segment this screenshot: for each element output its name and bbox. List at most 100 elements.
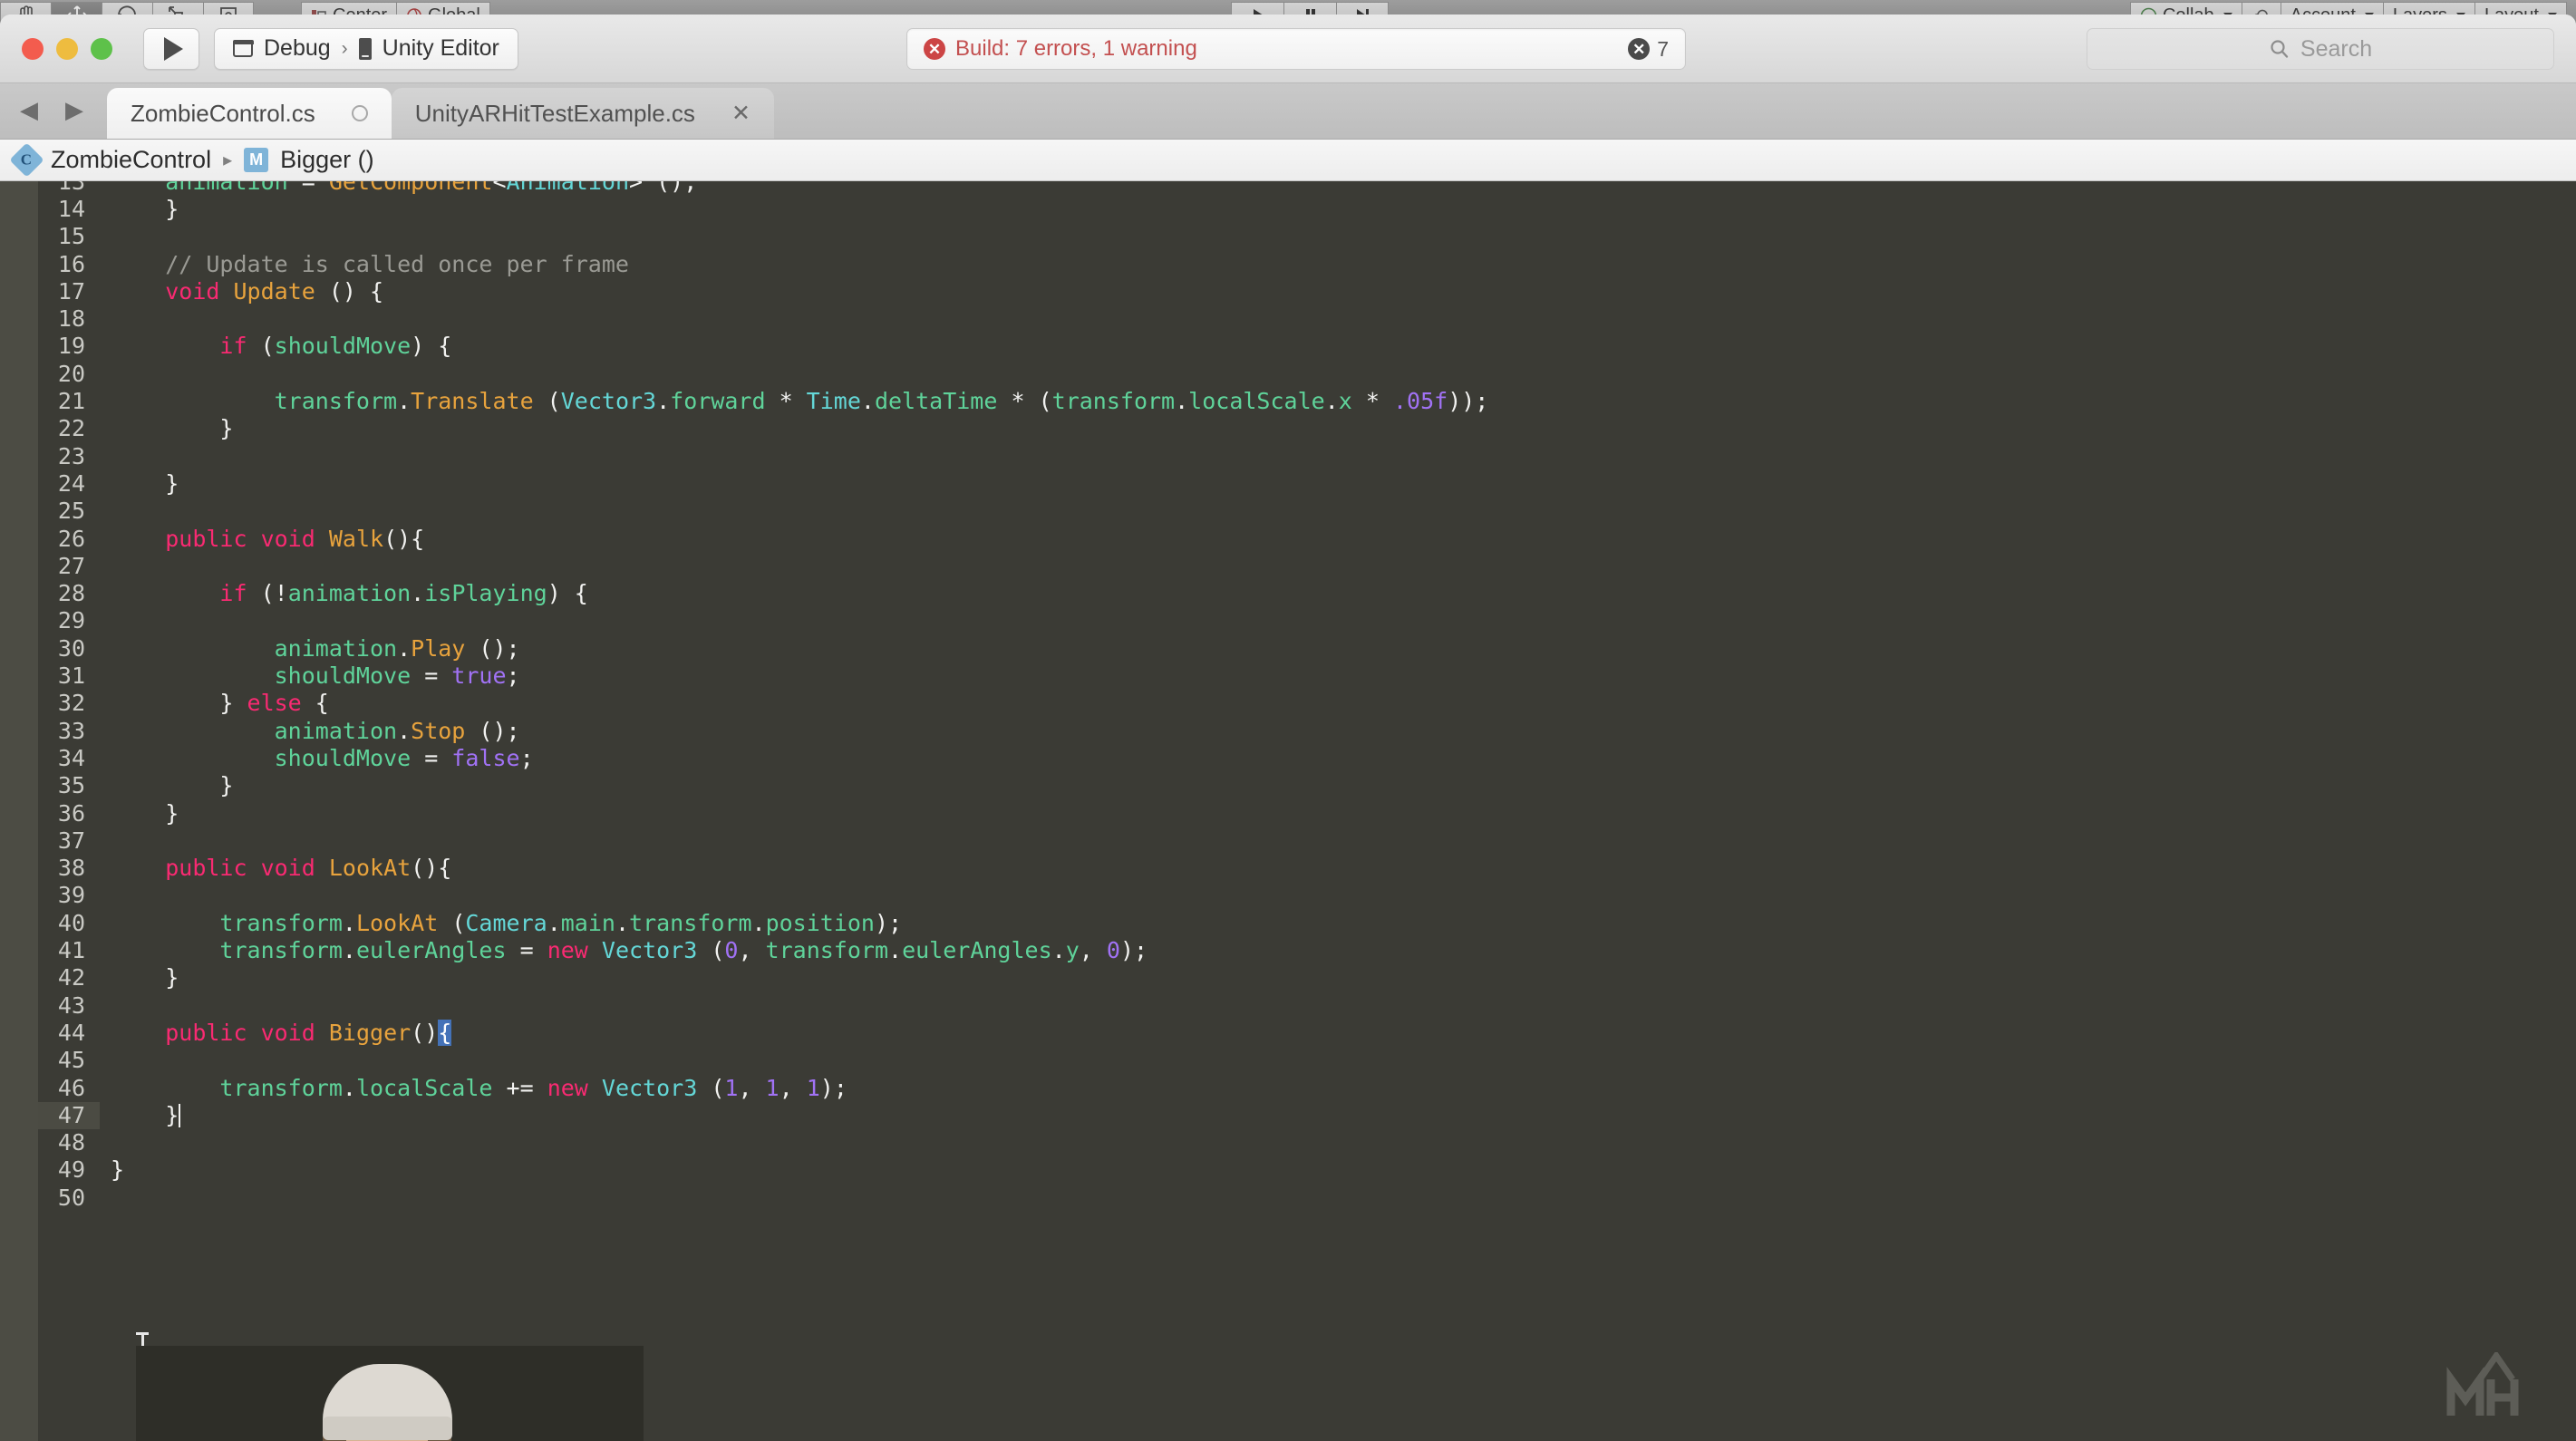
- line-number: 41: [57, 937, 85, 964]
- code-line[interactable]: 46 transform.localScale += new Vector3 (…: [38, 1075, 2576, 1102]
- code-line[interactable]: 45: [38, 1047, 2576, 1074]
- code-line[interactable]: 37: [38, 827, 2576, 855]
- code-line[interactable]: 43: [38, 992, 2576, 1020]
- document-tab-bar: ◀ ▶ ZombieControl.cs UnityARHitTestExamp…: [0, 83, 2576, 140]
- tab-label: UnityARHitTestExample.cs: [414, 99, 695, 127]
- window-titlebar: Debug › Unity Editor ✕ Build: 7 errors, …: [0, 15, 2576, 83]
- code-line[interactable]: 29: [38, 607, 2576, 634]
- code-text: transform.localScale += new Vector3 (1, …: [219, 1074, 847, 1101]
- code-line[interactable]: 15: [38, 223, 2576, 250]
- code-line[interactable]: 47 }: [38, 1101, 2576, 1130]
- code-line[interactable]: 41 transform.eulerAngles = new Vector3 (…: [38, 937, 2576, 964]
- code-line[interactable]: 18: [38, 305, 2576, 333]
- code-line[interactable]: 42 }: [38, 964, 2576, 991]
- code-line[interactable]: 13 animation = GetComponent<Animation> (…: [38, 181, 2576, 196]
- code-text: void Update () {: [165, 277, 384, 305]
- code-line[interactable]: 44 public void Bigger(){: [38, 1019, 2576, 1047]
- line-number: 19: [57, 333, 85, 360]
- code-line[interactable]: 49}: [38, 1156, 2576, 1184]
- code-text: }: [111, 799, 179, 827]
- code-text: public void LookAt(){: [165, 855, 452, 882]
- code-line[interactable]: 23: [38, 443, 2576, 470]
- line-number: 22: [57, 415, 85, 442]
- code-text: // Update is called once per frame: [111, 250, 629, 277]
- nav-back-icon[interactable]: ◀: [20, 96, 38, 124]
- line-number: 25: [57, 498, 85, 525]
- line-number: 43: [57, 991, 85, 1019]
- breadcrumb-separator-icon: ▸: [223, 150, 233, 170]
- minimize-window-button[interactable]: [56, 37, 78, 60]
- line-number: 14: [57, 196, 85, 222]
- tab-modified-indicator-icon[interactable]: [351, 105, 368, 121]
- code-text: if (shouldMove) {: [219, 333, 452, 360]
- maximize-window-button[interactable]: [91, 37, 112, 60]
- code-editor[interactable]: 13 animation = GetComponent<Animation> (…: [0, 181, 2576, 1441]
- code-line[interactable]: 24 }: [38, 470, 2576, 498]
- run-button[interactable]: [143, 27, 199, 70]
- line-number: 18: [57, 305, 85, 333]
- line-number: 24: [57, 469, 85, 497]
- code-line[interactable]: 35 }: [38, 772, 2576, 799]
- tab-unityarhittestexample[interactable]: UnityARHitTestExample.cs ✕: [391, 88, 774, 139]
- breadcrumb-method-label[interactable]: Bigger (): [280, 146, 374, 174]
- line-number: 42: [57, 964, 85, 991]
- code-line[interactable]: 25: [38, 498, 2576, 525]
- line-number: 32: [57, 690, 85, 717]
- code-line[interactable]: 19 if (shouldMove) {: [38, 333, 2576, 360]
- window-controls: [22, 37, 112, 60]
- code-line[interactable]: 36 }: [38, 800, 2576, 827]
- breadcrumb-class-label[interactable]: ZombieControl: [51, 146, 211, 174]
- code-line[interactable]: 38 public void LookAt(){: [38, 855, 2576, 882]
- code-text: }: [111, 196, 179, 222]
- method-icon: M: [244, 148, 269, 172]
- code-text: }: [111, 415, 234, 442]
- line-number: 46: [57, 1074, 85, 1101]
- code-line[interactable]: 28 if (!animation.isPlaying) {: [38, 580, 2576, 607]
- code-line[interactable]: 17 void Update () {: [38, 278, 2576, 305]
- code-text: } else {: [111, 690, 329, 717]
- close-window-button[interactable]: [22, 37, 44, 60]
- code-text: }: [111, 469, 179, 497]
- code-text: animation.Play ();: [274, 634, 520, 662]
- line-number: 33: [57, 717, 85, 744]
- code-line[interactable]: 22 }: [38, 415, 2576, 442]
- code-lines-container[interactable]: 13 animation = GetComponent<Animation> (…: [38, 181, 2576, 1441]
- target-device-icon: [358, 37, 372, 60]
- code-line[interactable]: 48: [38, 1129, 2576, 1156]
- close-icon[interactable]: ✕: [731, 100, 751, 127]
- code-line[interactable]: 30 animation.Play ();: [38, 635, 2576, 662]
- text-caret: [179, 1103, 181, 1127]
- code-line[interactable]: 32 } else {: [38, 690, 2576, 717]
- error-count-icon: ✕: [1628, 38, 1651, 60]
- line-number: 15: [57, 223, 85, 250]
- tab-label: ZombieControl.cs: [131, 99, 315, 127]
- code-line[interactable]: 26 public void Walk(){: [38, 526, 2576, 553]
- nav-forward-icon[interactable]: ▶: [65, 96, 83, 124]
- code-line[interactable]: 16 // Update is called once per frame: [38, 251, 2576, 278]
- error-count-label: 7: [1657, 36, 1669, 61]
- code-line[interactable]: 20: [38, 361, 2576, 388]
- code-line[interactable]: 39: [38, 882, 2576, 909]
- code-text: if (!animation.isPlaying) {: [219, 580, 588, 607]
- line-number: 30: [57, 634, 85, 662]
- search-input[interactable]: Search: [2087, 28, 2554, 70]
- code-line[interactable]: 21 transform.Translate (Vector3.forward …: [38, 388, 2576, 415]
- line-number: 37: [57, 827, 85, 854]
- code-line[interactable]: 14 }: [38, 196, 2576, 223]
- editor-left-margin[interactable]: [0, 181, 38, 1441]
- tab-zombiecontrol[interactable]: ZombieControl.cs: [107, 88, 392, 139]
- code-line[interactable]: 40 transform.LookAt (Camera.main.transfo…: [38, 910, 2576, 937]
- code-line[interactable]: 27: [38, 553, 2576, 580]
- code-text: transform.Translate (Vector3.forward * T…: [274, 388, 1489, 415]
- line-number: 49: [57, 1156, 85, 1184]
- line-number: 39: [57, 882, 85, 909]
- build-status-bar[interactable]: ✕ Build: 7 errors, 1 warning ✕ 7: [906, 28, 1686, 70]
- code-line[interactable]: 50: [38, 1185, 2576, 1212]
- error-count-group[interactable]: ✕ 7: [1628, 37, 1669, 62]
- code-line[interactable]: 33 animation.Stop ();: [38, 718, 2576, 745]
- run-configuration-selector[interactable]: Debug › Unity Editor: [214, 27, 518, 70]
- code-line[interactable]: 34 shouldMove = false;: [38, 745, 2576, 772]
- code-line[interactable]: 31 shouldMove = true;: [38, 662, 2576, 690]
- line-number: 44: [57, 1019, 85, 1046]
- code-text: animation = GetComponent<Animation> ();: [165, 181, 698, 195]
